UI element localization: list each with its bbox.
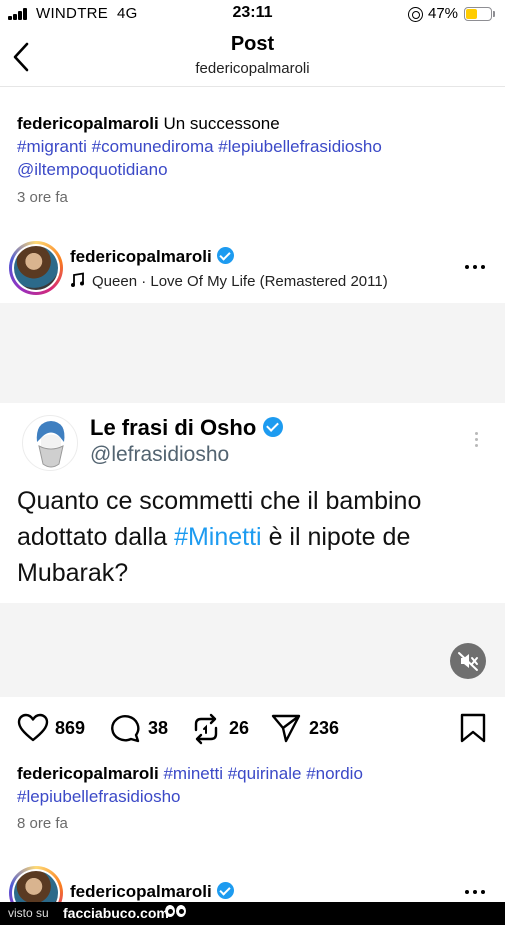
watermark-prefix: visto su bbox=[8, 906, 49, 920]
more-options-button[interactable] bbox=[462, 887, 488, 897]
post-caption: federicopalmaroli #minetti #quirinale #n… bbox=[17, 762, 487, 808]
status-bar: WINDTRE 4G 23:11 47% bbox=[0, 0, 505, 28]
post-music[interactable]: Queen · Love Of My Life (Remastered 2011… bbox=[70, 272, 388, 290]
repost-count: 26 bbox=[229, 718, 250, 738]
tweet-avatar bbox=[22, 415, 78, 471]
heart-icon bbox=[17, 713, 49, 742]
speaker-muted-icon bbox=[458, 652, 478, 671]
post-media[interactable]: Le frasi di Osho @lefrasidiosho Quanto c… bbox=[0, 303, 505, 697]
caption-username[interactable]: federicopalmaroli bbox=[17, 764, 159, 783]
verified-badge-icon bbox=[216, 247, 234, 264]
tweet-more-icon bbox=[474, 429, 480, 449]
hashtag-link[interactable]: #minetti bbox=[163, 764, 223, 783]
post-time: 8 ore fa bbox=[17, 815, 68, 832]
tweet-author-handle: @lefrasidiosho bbox=[90, 443, 230, 466]
comment-bubble-icon bbox=[111, 715, 140, 743]
repost-icon bbox=[194, 713, 218, 745]
previous-post-caption: federicopalmaroli Un successone #migrant… bbox=[17, 112, 487, 181]
hashtag-link[interactable]: #lepiubellefrasidiosho bbox=[17, 787, 181, 806]
orientation-lock-icon bbox=[408, 7, 423, 22]
verified-badge-icon bbox=[263, 417, 284, 437]
hashtag-link[interactable]: #comunediroma bbox=[92, 137, 214, 156]
like-button[interactable]: 869 bbox=[17, 712, 97, 746]
save-button[interactable] bbox=[459, 712, 487, 746]
avatar-image bbox=[14, 246, 58, 290]
verified-badge-icon bbox=[216, 882, 234, 899]
repost-button[interactable]: 26 bbox=[190, 712, 260, 746]
hashtag-link[interactable]: #quirinale bbox=[228, 764, 302, 783]
like-count: 869 bbox=[55, 718, 86, 738]
comment-button[interactable]: 38 bbox=[109, 712, 179, 746]
music-note-icon bbox=[71, 272, 84, 287]
mention-link[interactable]: @iltempoquotidiano bbox=[17, 160, 168, 179]
comment-count: 38 bbox=[148, 718, 169, 738]
hashtag-link[interactable]: #lepiubellefrasidiosho bbox=[218, 137, 382, 156]
share-button[interactable]: 236 bbox=[270, 712, 350, 746]
tweet-hashtag: #Minetti bbox=[174, 523, 262, 551]
hashtag-link[interactable]: #migranti bbox=[17, 137, 87, 156]
battery-icon bbox=[464, 7, 492, 21]
more-options-button[interactable] bbox=[462, 262, 488, 272]
tweet-screenshot: Le frasi di Osho @lefrasidiosho Quanto c… bbox=[0, 403, 505, 603]
page-subtitle: federicopalmaroli bbox=[195, 60, 310, 77]
battery-percent: 47% bbox=[428, 5, 459, 22]
hashtag-link[interactable]: #nordio bbox=[306, 764, 363, 783]
tweet-text: Quanto ce scommetti che il bambino adott… bbox=[17, 487, 422, 587]
caption-username[interactable]: federicopalmaroli bbox=[17, 114, 159, 133]
avatar[interactable] bbox=[9, 241, 63, 295]
watermark-eyes-icon bbox=[165, 905, 189, 919]
share-count: 236 bbox=[309, 718, 340, 738]
page-title: Post bbox=[230, 33, 275, 55]
previous-post-actions-cut bbox=[0, 87, 505, 93]
paper-plane-icon bbox=[271, 714, 301, 743]
post-username[interactable]: federicopalmaroli bbox=[70, 247, 234, 267]
battery-tip bbox=[493, 11, 495, 17]
next-post-username[interactable]: federicopalmaroli bbox=[70, 882, 234, 902]
osho-portrait-icon bbox=[36, 421, 65, 468]
previous-post-time: 3 ore fa bbox=[17, 189, 68, 206]
caption-text: Un successone bbox=[163, 114, 280, 133]
tweet-author-name: Le frasi di Osho bbox=[90, 415, 284, 441]
watermark-site: facciabuco.com bbox=[63, 905, 169, 921]
watermark-bar: visto su facciabuco.com bbox=[0, 902, 505, 925]
bookmark-icon bbox=[460, 713, 486, 743]
mute-button[interactable] bbox=[450, 643, 486, 679]
